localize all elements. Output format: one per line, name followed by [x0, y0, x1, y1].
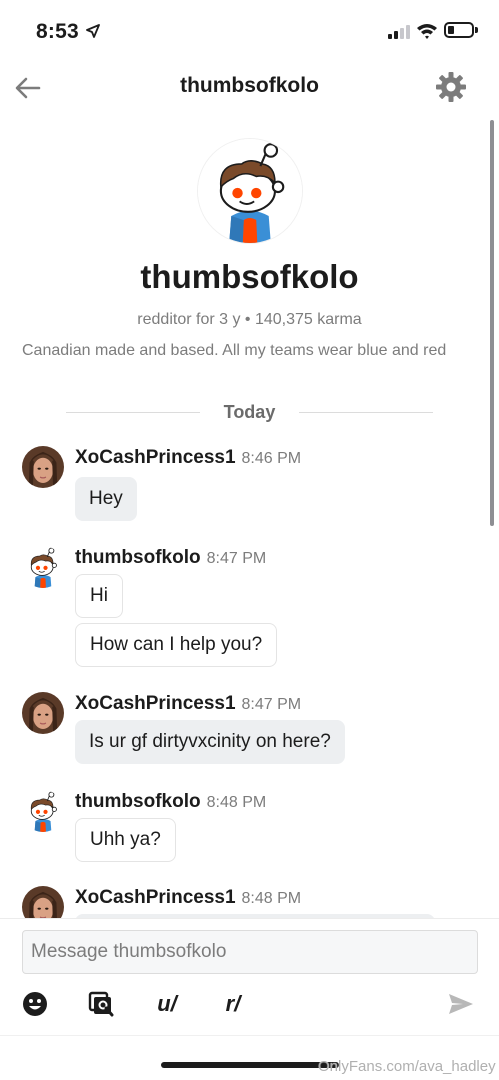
date-divider-label: Today — [223, 402, 276, 422]
message-bubble[interactable]: How can I help you? — [75, 623, 278, 667]
message-time: 8:47 PM — [241, 696, 302, 713]
profile-avatar[interactable] — [197, 138, 303, 244]
message-composer: u/ r/ — [0, 918, 499, 1080]
divider-line — [66, 412, 200, 413]
location-arrow-icon — [86, 24, 100, 38]
emoji-button[interactable] — [18, 987, 52, 1021]
battery-icon — [444, 22, 474, 38]
send-icon — [449, 994, 473, 1014]
snoo-avatar-icon — [22, 546, 64, 588]
send-button[interactable] — [444, 987, 478, 1021]
message-input[interactable] — [22, 930, 478, 974]
battery-tip — [475, 27, 478, 33]
image-search-button[interactable] — [85, 987, 119, 1021]
message-time: 8:48 PM — [206, 794, 267, 811]
mention-subreddit-button[interactable]: r/ — [216, 987, 250, 1021]
home-indicator[interactable] — [161, 1062, 339, 1068]
avatar[interactable] — [22, 886, 64, 918]
user-photo-icon — [22, 446, 64, 488]
image-search-icon — [88, 991, 114, 1017]
wifi-icon — [417, 24, 437, 39]
profile-bio: Canadian made and based. All my teams we… — [22, 342, 447, 359]
message-bubble[interactable]: Uhh ya? — [75, 818, 176, 862]
message-bubble[interactable]: Hey — [75, 477, 137, 521]
emoji-icon — [23, 992, 47, 1016]
profile-name: thumbsofkolo — [140, 258, 359, 295]
message-author[interactable]: XoCashPrincess1 8:48 PM — [75, 887, 301, 909]
avatar[interactable] — [22, 446, 64, 488]
message-author[interactable]: XoCashPrincess1 8:46 PM — [75, 447, 301, 469]
user-photo-icon — [22, 886, 64, 918]
message-bubble[interactable]: Is ur gf dirtyvxcinity on here? — [75, 720, 345, 764]
mention-user-button[interactable]: u/ — [150, 987, 184, 1021]
settings-button[interactable] — [434, 70, 468, 104]
chat-header: thumbsofkolo — [0, 60, 499, 116]
message-bubble[interactable]: Hi — [75, 574, 123, 618]
message-author[interactable]: XoCashPrincess1 8:47 PM — [75, 693, 301, 715]
message-author[interactable]: thumbsofkolo 8:48 PM — [75, 791, 266, 813]
status-bar: 8:53 — [0, 0, 499, 60]
date-divider: Today — [0, 402, 499, 424]
header-title: thumbsofkolo — [180, 74, 319, 97]
watermark: OnlyFans.com/ava_hadley — [318, 1058, 496, 1075]
signal-icon — [388, 25, 410, 39]
avatar[interactable] — [22, 546, 64, 588]
message-time: 8:46 PM — [241, 450, 302, 467]
message-list[interactable]: XoCashPrincess1 8:46 PM Hey thumbsofkolo 8… — [0, 440, 499, 918]
status-time: 8:53 — [36, 20, 79, 43]
message-time: 8:47 PM — [206, 550, 267, 567]
divider-line — [299, 412, 433, 413]
gear-icon — [436, 72, 466, 102]
snoo-avatar-icon — [198, 139, 302, 243]
message-author[interactable]: thumbsofkolo 8:47 PM — [75, 547, 266, 569]
avatar[interactable] — [22, 790, 64, 832]
snoo-avatar-icon — [22, 790, 64, 832]
user-mention-label: u/ — [157, 991, 177, 1016]
profile-meta: redditor for 3 y • 140,375 karma — [137, 311, 362, 328]
message-time: 8:48 PM — [241, 890, 302, 907]
avatar[interactable] — [22, 692, 64, 734]
user-photo-icon — [22, 692, 64, 734]
subreddit-mention-label: r/ — [225, 991, 241, 1016]
composer-divider — [0, 1035, 499, 1036]
